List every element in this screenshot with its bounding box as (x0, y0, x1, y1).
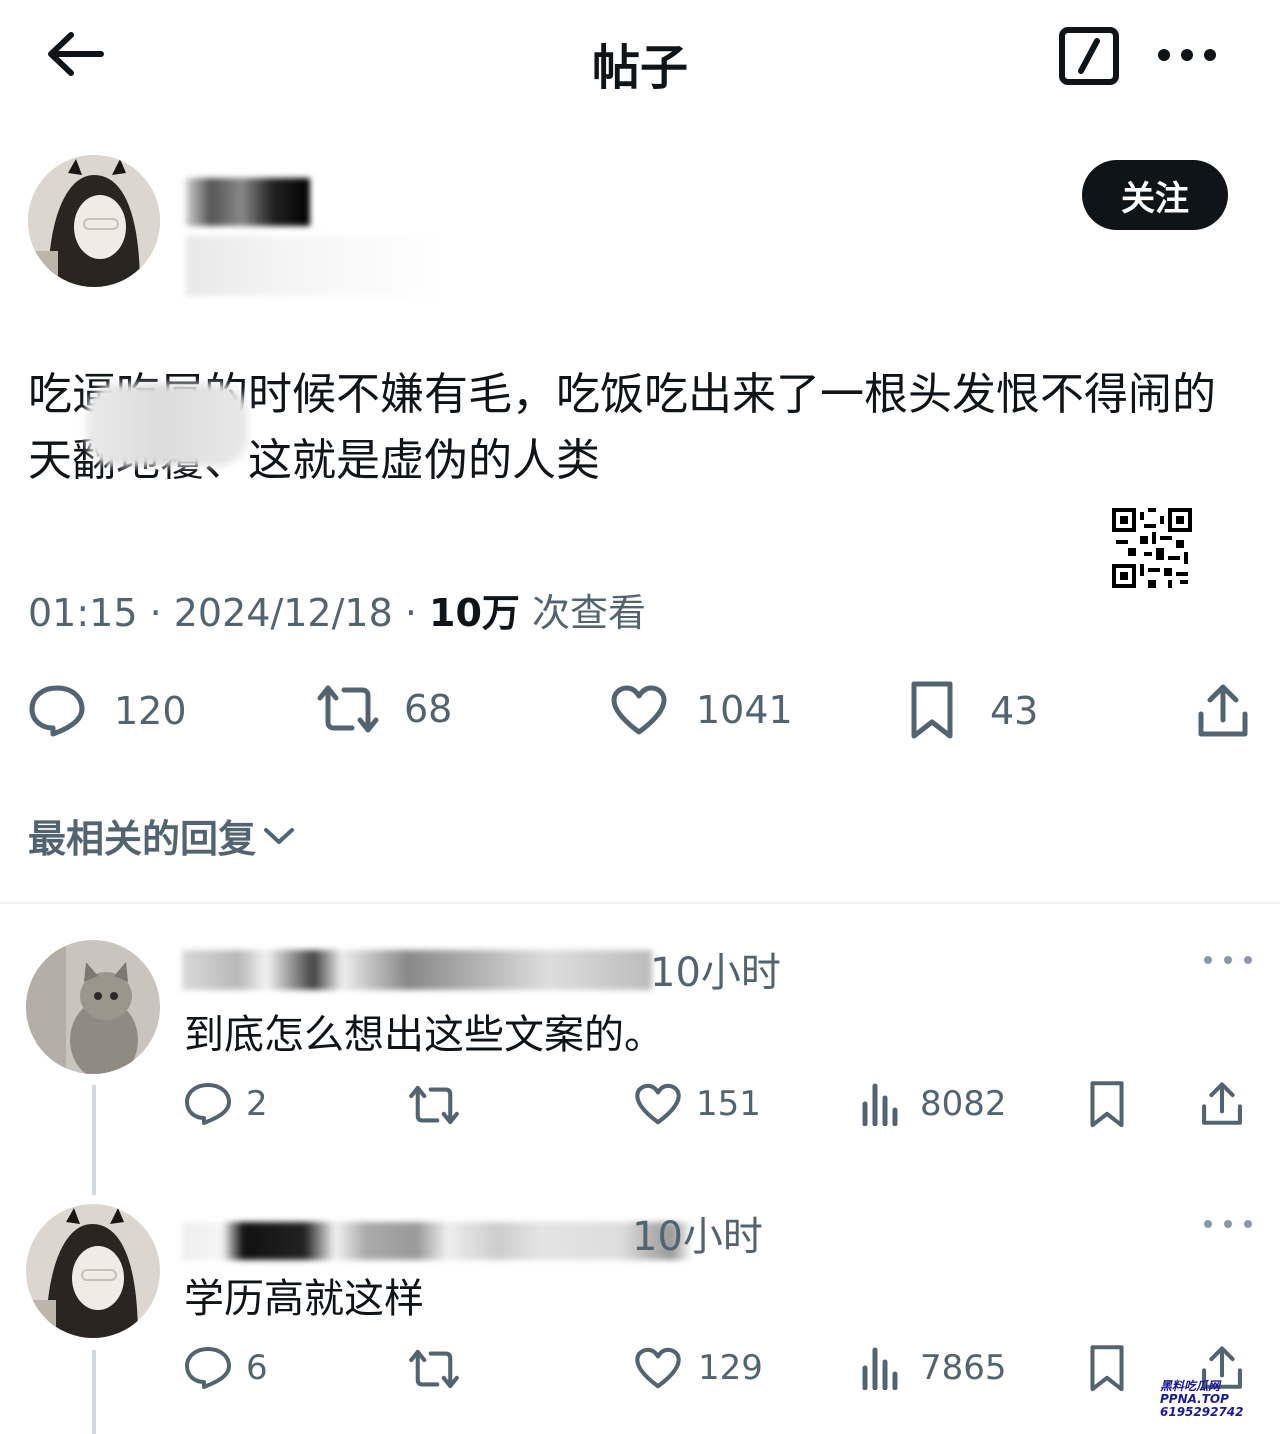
watermark-logo: 黑料吃瓜网 PPNA.TOP 6195292742 (1160, 1380, 1272, 1432)
reply-bookmark-action[interactable] (1086, 1344, 1128, 1394)
reply-repost-action[interactable] (408, 1084, 460, 1126)
edit-button[interactable] (1058, 26, 1120, 86)
repost-icon (317, 685, 379, 733)
reply-reply-count: 6 (246, 1348, 268, 1388)
share-icon (1202, 1082, 1242, 1125)
reply-like-action[interactable]: 129 (634, 1346, 763, 1390)
watermark-line: 6195292742 (1160, 1405, 1244, 1419)
view-count-label: 次查看 (519, 591, 646, 635)
thread-line (92, 1085, 96, 1195)
reply-text: 到底怎么想出这些文案的。 (184, 1012, 664, 1058)
reply-view-count: 7865 (920, 1348, 1007, 1388)
heart-icon (635, 1347, 681, 1389)
more-dot (1244, 956, 1252, 964)
bar-chart-icon (862, 1083, 898, 1126)
speech-bubble-icon (185, 1083, 231, 1125)
speech-bubble-icon (29, 685, 85, 737)
replies-sort-dropdown[interactable]: 最相关的回复 (28, 808, 296, 863)
reply-action[interactable]: 120 (28, 684, 187, 738)
reply-text: 学历高就这样 (184, 1276, 424, 1322)
reply-like-action[interactable]: 151 (634, 1082, 761, 1126)
bar-chart-icon (862, 1347, 898, 1390)
share-icon (1198, 684, 1248, 737)
reply-like-count: 129 (698, 1348, 763, 1388)
more-dot (1204, 956, 1212, 964)
speech-bubble-icon (185, 1347, 231, 1389)
cat-avatar-image (26, 940, 160, 1074)
reply-like-count: 151 (696, 1084, 761, 1124)
replies-sort-label: 最相关的回复 (28, 817, 257, 861)
author-handle-redacted (186, 236, 446, 296)
more-dot (1224, 956, 1232, 964)
like-count: 1041 (696, 688, 793, 732)
chevron-down-icon (264, 827, 295, 844)
more-dot (1224, 1220, 1232, 1228)
follow-button[interactable]: 关注 (1082, 160, 1228, 230)
reply-more-button[interactable] (1204, 950, 1252, 970)
heart-icon (635, 1083, 681, 1125)
bookmark-action[interactable]: 43 (906, 680, 1038, 742)
view-count: 10万 (429, 591, 520, 635)
heart-icon (611, 685, 667, 735)
reply-share-action[interactable] (1200, 1080, 1244, 1128)
repost-icon (409, 1085, 459, 1125)
post-timestamp: 01:15 · 2024/12/18 · (28, 591, 430, 635)
thread-line (92, 1350, 96, 1434)
post-meta: 01:15 · 2024/12/18 · 10万 次查看 (28, 582, 646, 637)
reply-view-count: 8082 (920, 1084, 1007, 1124)
avatar-image (28, 155, 160, 287)
repost-action[interactable]: 68 (316, 684, 452, 734)
bookmark-icon (911, 681, 953, 739)
share-action[interactable] (1196, 682, 1250, 740)
reply-reply-action[interactable]: 2 (184, 1082, 268, 1126)
reply-views-action[interactable]: 7865 (860, 1346, 1007, 1390)
reply-avatar[interactable] (26, 940, 160, 1074)
top-bar: 帖子 (0, 0, 1280, 110)
reply-timestamp: 10小时 (650, 950, 781, 996)
bookmark-icon (1090, 1081, 1124, 1128)
edit-icon (1059, 27, 1119, 85)
censor-blur (86, 384, 248, 466)
reply-repost-action[interactable] (408, 1348, 460, 1390)
reply-timestamp: 10小时 (632, 1214, 763, 1260)
reply-views-action[interactable]: 8082 (860, 1082, 1007, 1126)
section-divider (0, 902, 1280, 904)
repost-icon (409, 1349, 459, 1389)
more-horizontal-icon (1158, 49, 1216, 61)
reply-reply-action[interactable]: 6 (184, 1346, 268, 1390)
reply-bookmark-action[interactable] (1086, 1080, 1128, 1130)
qr-code-image (1112, 508, 1192, 588)
bookmark-icon (1090, 1345, 1124, 1392)
reply-username-redacted (182, 1222, 692, 1260)
reply-more-button[interactable] (1204, 1214, 1252, 1234)
bookmark-count: 43 (990, 689, 1039, 733)
repost-count: 68 (404, 687, 453, 731)
reply-reply-count: 2 (246, 1084, 268, 1124)
more-dot (1244, 1220, 1252, 1228)
reply-avatar[interactable] (26, 1204, 160, 1338)
author-avatar[interactable] (28, 155, 160, 287)
like-action[interactable]: 1041 (610, 684, 793, 736)
avatar-image (26, 1204, 160, 1338)
more-dot (1204, 1220, 1212, 1228)
reply-count: 120 (114, 689, 187, 733)
author-name-redacted (186, 178, 310, 226)
more-button[interactable] (1152, 30, 1222, 80)
reply-username-redacted (182, 950, 652, 990)
